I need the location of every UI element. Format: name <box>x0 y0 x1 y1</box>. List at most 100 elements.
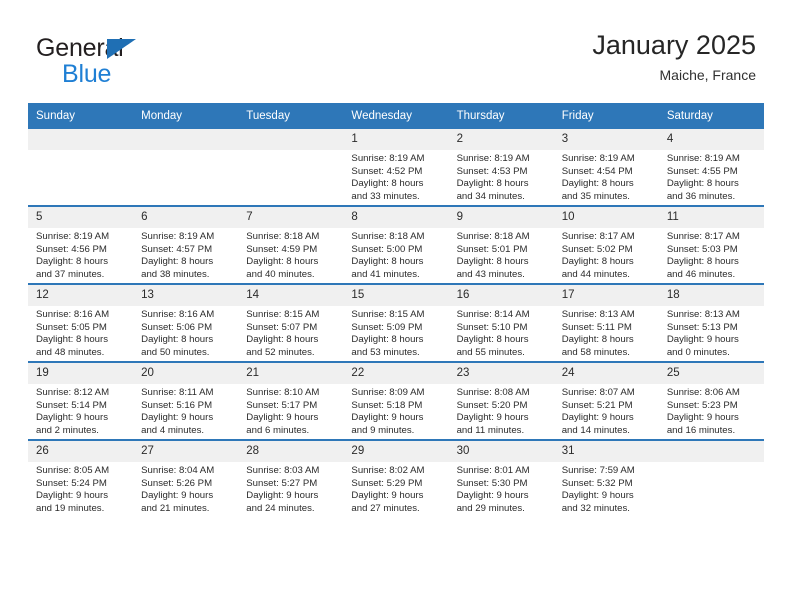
sunrise-text: Sunrise: 8:19 AM <box>561 153 635 164</box>
weekday-header-thursday: Thursday <box>448 103 554 129</box>
calendar-day-cell[interactable]: 4 Sunrise: 8:19 AM Sunset: 4:55 PM Daylight… <box>658 129 764 206</box>
calendar-day-cell[interactable]: 7 Sunrise: 8:18 AM Sunset: 4:59 PM Daylight… <box>238 205 344 284</box>
day-number: 4 <box>658 129 764 150</box>
sunrise-text: Sunrise: 8:18 AM <box>456 231 530 242</box>
sunset-text: Sunset: 4:59 PM <box>246 243 318 255</box>
calendar-week-row: 12 Sunrise: 8:16 AM Sunset: 5:05 PM Dayligh… <box>28 283 764 362</box>
daylight-text-line1: Daylight: 9 hours <box>36 412 108 424</box>
calendar-day-cell[interactable]: 12 Sunrise: 8:16 AM Sunset: 5:05 PM Dayligh… <box>28 283 134 362</box>
calendar-day-cell[interactable]: 15 Sunrise: 8:15 AM Sunset: 5:09 PM Dayligh… <box>343 283 449 362</box>
daylight-text-line1: Daylight: 9 hours <box>351 490 424 502</box>
sunset-text: Sunset: 5:23 PM <box>666 399 738 411</box>
day-details: Sunrise: 8:19 AM Sunset: 4:52 PM Daylight:… <box>343 150 448 203</box>
calendar-day-cell[interactable]: 18 Sunrise: 8:13 AM Sunset: 5:13 PM Dayligh… <box>658 283 764 362</box>
calendar-day-cell[interactable]: 3 Sunrise: 8:19 AM Sunset: 4:54 PM Daylight… <box>553 129 659 206</box>
calendar-day-cell[interactable]: 29 Sunrise: 8:02 AM Sunset: 5:29 PM Dayligh… <box>343 439 449 517</box>
calendar-day-cell[interactable]: 27 Sunrise: 8:04 AM Sunset: 5:26 PM Dayligh… <box>133 439 239 517</box>
day-number: 11 <box>658 207 764 228</box>
daylight-text-line1: Daylight: 8 hours <box>246 256 319 268</box>
sunrise-text: Sunrise: 8:13 AM <box>666 309 740 320</box>
sunset-text: Sunset: 5:11 PM <box>561 321 632 333</box>
calendar-page: General Blue January 2025 Maiche, France… <box>0 0 792 612</box>
sunrise-text: Sunrise: 8:04 AM <box>141 465 215 476</box>
day-number <box>658 441 764 462</box>
calendar-day-cell[interactable]: 20 Sunrise: 8:11 AM Sunset: 5:16 PM Dayligh… <box>133 361 239 440</box>
day-number: 5 <box>28 207 134 228</box>
calendar-day-cell[interactable]: 28 Sunrise: 8:03 AM Sunset: 5:27 PM Dayligh… <box>238 439 344 517</box>
calendar-day-cell[interactable]: 25 Sunrise: 8:06 AM Sunset: 5:23 PM Dayligh… <box>658 361 764 440</box>
sunset-text: Sunset: 5:13 PM <box>666 321 738 333</box>
day-details: Sunrise: 8:07 AM Sunset: 5:21 PM Daylight:… <box>554 384 659 437</box>
calendar-day-cell[interactable]: 14 Sunrise: 8:15 AM Sunset: 5:07 PM Dayligh… <box>238 283 344 362</box>
calendar-day-cell[interactable]: 1 Sunrise: 8:19 AM Sunset: 4:52 PM Daylight… <box>343 129 449 206</box>
calendar-day-cell[interactable]: 9 Sunrise: 8:18 AM Sunset: 5:01 PM Daylight… <box>448 205 554 284</box>
day-details: Sunrise: 8:17 AM Sunset: 5:02 PM Daylight:… <box>554 228 659 281</box>
sunrise-text: Sunrise: 8:10 AM <box>246 387 320 398</box>
day-details: Sunrise: 8:19 AM Sunset: 4:54 PM Daylight:… <box>554 150 659 203</box>
calendar-week-row: 1 Sunrise: 8:19 AM Sunset: 4:52 PM Daylight… <box>28 129 764 206</box>
day-details: Sunrise: 8:06 AM Sunset: 5:23 PM Daylight:… <box>659 384 764 437</box>
sunrise-text: Sunrise: 8:09 AM <box>351 387 425 398</box>
calendar-day-cell[interactable]: 26 Sunrise: 8:05 AM Sunset: 5:24 PM Dayligh… <box>28 439 134 517</box>
calendar-day-cell[interactable]: 16 Sunrise: 8:14 AM Sunset: 5:10 PM Dayligh… <box>448 283 554 362</box>
daylight-text-line1: Daylight: 9 hours <box>246 412 319 424</box>
day-number: 22 <box>343 363 449 384</box>
calendar-day-cell[interactable]: 31 Sunrise: 7:59 AM Sunset: 5:32 PM Dayligh… <box>553 439 659 517</box>
calendar-day-cell[interactable]: 21 Sunrise: 8:10 AM Sunset: 5:17 PM Dayligh… <box>238 361 344 440</box>
daylight-text-line2: and 19 minutes. <box>36 502 105 514</box>
day-details: Sunrise: 8:15 AM Sunset: 5:07 PM Daylight:… <box>238 306 343 359</box>
sunset-text: Sunset: 5:17 PM <box>246 399 318 411</box>
calendar-day-cell[interactable]: 2 Sunrise: 8:19 AM Sunset: 4:53 PM Daylight… <box>448 129 554 206</box>
calendar-day-cell[interactable]: 23 Sunrise: 8:08 AM Sunset: 5:20 PM Dayligh… <box>448 361 554 440</box>
calendar-week-row: 5 Sunrise: 8:19 AM Sunset: 4:56 PM Daylight… <box>28 205 764 284</box>
calendar-cell-empty <box>238 129 344 206</box>
weekday-header-saturday: Saturday <box>658 103 764 129</box>
day-number: 17 <box>553 285 659 306</box>
day-details: Sunrise: 8:13 AM Sunset: 5:11 PM Daylight:… <box>554 306 659 359</box>
sunset-text: Sunset: 5:18 PM <box>351 399 423 411</box>
sunrise-text: Sunrise: 8:05 AM <box>36 465 110 476</box>
day-details: Sunrise: 8:09 AM Sunset: 5:18 PM Daylight:… <box>343 384 448 437</box>
sunset-text: Sunset: 5:16 PM <box>141 399 213 411</box>
day-number: 21 <box>238 363 344 384</box>
calendar-day-cell[interactable]: 13 Sunrise: 8:16 AM Sunset: 5:06 PM Dayligh… <box>133 283 239 362</box>
calendar-day-cell[interactable]: 11 Sunrise: 8:17 AM Sunset: 5:03 PM Dayligh… <box>658 205 764 284</box>
day-number: 26 <box>28 441 134 462</box>
sunset-text: Sunset: 4:53 PM <box>456 165 528 177</box>
daylight-text-line1: Daylight: 9 hours <box>561 412 634 424</box>
calendar-day-cell[interactable]: 30 Sunrise: 8:01 AM Sunset: 5:30 PM Dayligh… <box>448 439 554 517</box>
sunrise-text: Sunrise: 8:19 AM <box>351 153 425 164</box>
daylight-text-line1: Daylight: 9 hours <box>141 490 214 502</box>
calendar-day-cell[interactable]: 19 Sunrise: 8:12 AM Sunset: 5:14 PM Dayligh… <box>28 361 134 440</box>
calendar-day-cell[interactable]: 5 Sunrise: 8:19 AM Sunset: 4:56 PM Daylight… <box>28 205 134 284</box>
day-details: Sunrise: 8:19 AM Sunset: 4:56 PM Daylight:… <box>28 228 133 281</box>
daylight-text-line2: and 43 minutes. <box>456 268 525 280</box>
daylight-text-line1: Daylight: 8 hours <box>141 334 214 346</box>
triangle-flag-icon <box>107 39 136 59</box>
day-number: 10 <box>553 207 659 228</box>
day-number: 1 <box>343 129 449 150</box>
daylight-text-line1: Daylight: 8 hours <box>666 256 739 268</box>
page-subtitle: Maiche, France <box>659 67 756 84</box>
day-number <box>133 129 239 150</box>
day-details: Sunrise: 8:14 AM Sunset: 5:10 PM Daylight:… <box>449 306 554 359</box>
calendar-day-cell[interactable]: 10 Sunrise: 8:17 AM Sunset: 5:02 PM Dayligh… <box>553 205 659 284</box>
day-number: 8 <box>343 207 449 228</box>
sunset-text: Sunset: 5:14 PM <box>36 399 107 411</box>
calendar-day-cell[interactable]: 22 Sunrise: 8:09 AM Sunset: 5:18 PM Dayligh… <box>343 361 449 440</box>
calendar-day-cell[interactable]: 24 Sunrise: 8:07 AM Sunset: 5:21 PM Dayligh… <box>553 361 659 440</box>
calendar-day-cell[interactable]: 8 Sunrise: 8:18 AM Sunset: 5:00 PM Daylight… <box>343 205 449 284</box>
sunset-text: Sunset: 4:57 PM <box>141 243 213 255</box>
calendar-week-row: 26 Sunrise: 8:05 AM Sunset: 5:24 PM Dayligh… <box>28 439 764 517</box>
sunset-text: Sunset: 5:29 PM <box>351 477 423 489</box>
calendar-day-cell[interactable]: 6 Sunrise: 8:19 AM Sunset: 4:57 PM Daylight… <box>133 205 239 284</box>
daylight-text-line1: Daylight: 8 hours <box>351 256 424 268</box>
calendar-day-cell[interactable]: 17 Sunrise: 8:13 AM Sunset: 5:11 PM Dayligh… <box>553 283 659 362</box>
sunrise-text: Sunrise: 8:17 AM <box>666 231 740 242</box>
daylight-text-line2: and 38 minutes. <box>141 268 210 280</box>
daylight-text-line2: and 0 minutes. <box>666 346 730 358</box>
daylight-text-line1: Daylight: 8 hours <box>456 178 529 190</box>
daylight-text-line1: Daylight: 9 hours <box>561 490 634 502</box>
sunrise-text: Sunrise: 8:07 AM <box>561 387 635 398</box>
calendar-cell-empty <box>658 439 764 517</box>
